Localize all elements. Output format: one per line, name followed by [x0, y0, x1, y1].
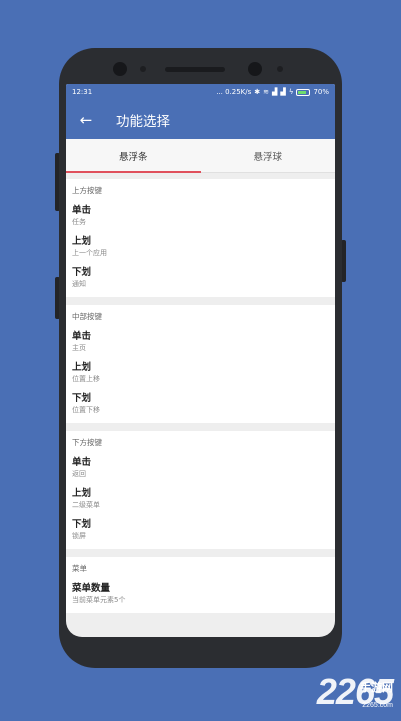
settings-list: 上方按键 单击 任务 上划 上一个应用 下划 通知 中部按键 单击 主页 上划 [66, 173, 335, 613]
setting-item-menu-count[interactable]: 菜单数量 当前菜单元素5个 [72, 583, 329, 605]
section-title: 中部按键 [72, 312, 102, 321]
camera-icon [113, 62, 127, 76]
battery-icon [296, 88, 311, 96]
sensor-icon [140, 66, 146, 72]
setting-label: 上划 [72, 362, 92, 373]
back-arrow-icon[interactable]: ← [76, 110, 96, 130]
section-middle-key: 中部按键 单击 主页 上划 位置上移 下划 位置下移 [66, 305, 335, 423]
wifi-icon: ≋ [263, 88, 270, 96]
setting-label: 单击 [72, 205, 92, 216]
section-title: 上方按键 [72, 186, 102, 195]
watermark-logo: 2265 手游网 2265.com [317, 671, 394, 713]
setting-value: 返回 [72, 470, 86, 478]
setting-label: 上划 [72, 488, 92, 499]
page-title: 功能选择 [116, 113, 170, 130]
setting-label: 下划 [72, 267, 92, 278]
setting-value: 上一个应用 [72, 249, 107, 257]
section-menu: 菜单 菜单数量 当前菜单元素5个 [66, 557, 335, 613]
setting-value: 当前菜单元素5个 [72, 596, 126, 604]
watermark-text: 手游网 [360, 682, 393, 694]
signal-icon: ▟ [280, 88, 286, 96]
bluetooth-icon: ✱ [254, 88, 261, 96]
setting-label: 下划 [72, 393, 92, 404]
battery-percent: 70% [313, 88, 329, 96]
section-top-key: 上方按键 单击 任务 上划 上一个应用 下划 通知 [66, 179, 335, 297]
setting-item-top-swipe-down[interactable]: 下划 通知 [72, 267, 329, 289]
setting-item-top-swipe-up[interactable]: 上划 上一个应用 [72, 236, 329, 258]
setting-value: 主页 [72, 344, 86, 352]
setting-item-middle-tap[interactable]: 单击 主页 [72, 331, 329, 353]
status-time: 12:31 [72, 88, 93, 96]
setting-item-bottom-tap[interactable]: 单击 返回 [72, 457, 329, 479]
setting-value: 锁屏 [72, 532, 86, 540]
setting-item-top-tap[interactable]: 单击 任务 [72, 205, 329, 227]
network-speed: ... 0.25K/s [216, 88, 252, 96]
sensor-icon [277, 66, 283, 72]
tab-floating-ball[interactable]: 悬浮球 [201, 139, 336, 172]
setting-item-middle-swipe-down[interactable]: 下划 位置下移 [72, 393, 329, 415]
speaker-grille [165, 67, 225, 72]
section-title: 下方按键 [72, 438, 102, 447]
setting-item-bottom-swipe-up[interactable]: 上划 二级菜单 [72, 488, 329, 510]
setting-value: 通知 [72, 280, 86, 288]
setting-value: 位置下移 [72, 406, 100, 414]
status-bar: 12:31 ... 0.25K/s ✱ ≋ ▟ ▟ ϟ 70% [66, 84, 335, 100]
section-bottom-key: 下方按键 单击 返回 上划 二级菜单 下划 锁屏 [66, 431, 335, 549]
setting-label: 上划 [72, 236, 92, 247]
charging-icon: ϟ [288, 88, 294, 96]
setting-label: 单击 [72, 457, 92, 468]
setting-label: 下划 [72, 519, 92, 530]
phone-screen: 12:31 ... 0.25K/s ✱ ≋ ▟ ▟ ϟ 70% ← 功能选择 悬… [66, 84, 335, 637]
tab-floating-bar[interactable]: 悬浮条 [66, 139, 201, 173]
signal-icon: ▟ [272, 88, 278, 96]
setting-label: 菜单数量 [72, 583, 111, 594]
app-bar: ← 功能选择 [66, 100, 335, 139]
setting-value: 位置上移 [72, 375, 100, 383]
tab-bar: 悬浮条 悬浮球 [66, 139, 335, 173]
setting-value: 二级菜单 [72, 501, 100, 509]
setting-item-bottom-swipe-down[interactable]: 下划 锁屏 [72, 519, 329, 541]
section-title: 菜单 [72, 564, 87, 573]
setting-label: 单击 [72, 331, 92, 342]
camera-icon [248, 62, 262, 76]
watermark-domain: 2265.com [362, 702, 393, 709]
setting-item-middle-swipe-up[interactable]: 上划 位置上移 [72, 362, 329, 384]
setting-value: 任务 [72, 218, 86, 226]
